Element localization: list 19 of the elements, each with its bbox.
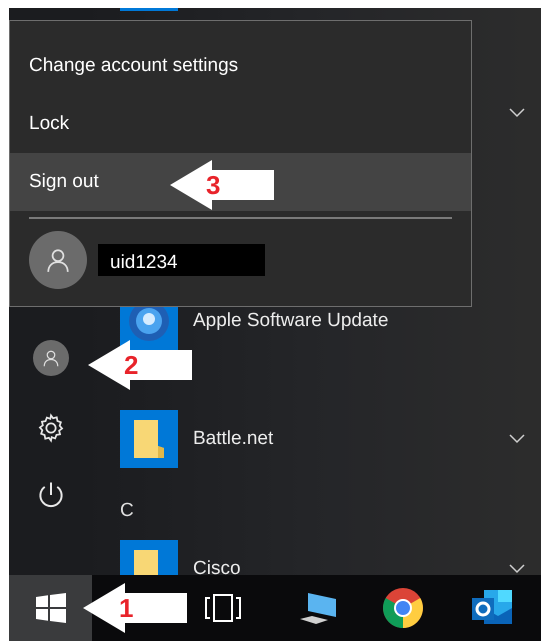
- app-name[interactable]: Apple Software Update: [193, 306, 388, 336]
- section-letter: C: [120, 498, 134, 523]
- person-icon: [42, 349, 60, 367]
- app-tile: [120, 8, 178, 11]
- start-button[interactable]: [9, 575, 92, 641]
- chevron-icon[interactable]: [509, 434, 525, 444]
- callout-number: 3: [206, 170, 220, 200]
- windows-logo-icon: [36, 593, 66, 623]
- app-name[interactable]: Cisco: [193, 554, 241, 575]
- user-avatar-button[interactable]: [32, 340, 68, 376]
- chevron-icon[interactable]: [509, 564, 525, 574]
- user-name: uid1234: [98, 244, 265, 276]
- folder-icon: [120, 410, 178, 468]
- callout-number: 1: [119, 593, 134, 623]
- app-name[interactable]: Battle.net: [193, 424, 274, 454]
- chrome-icon[interactable]: [382, 587, 424, 629]
- callout-number: 2: [124, 350, 138, 380]
- chevron-icon[interactable]: [509, 108, 525, 118]
- task-view-icon[interactable]: [204, 592, 242, 624]
